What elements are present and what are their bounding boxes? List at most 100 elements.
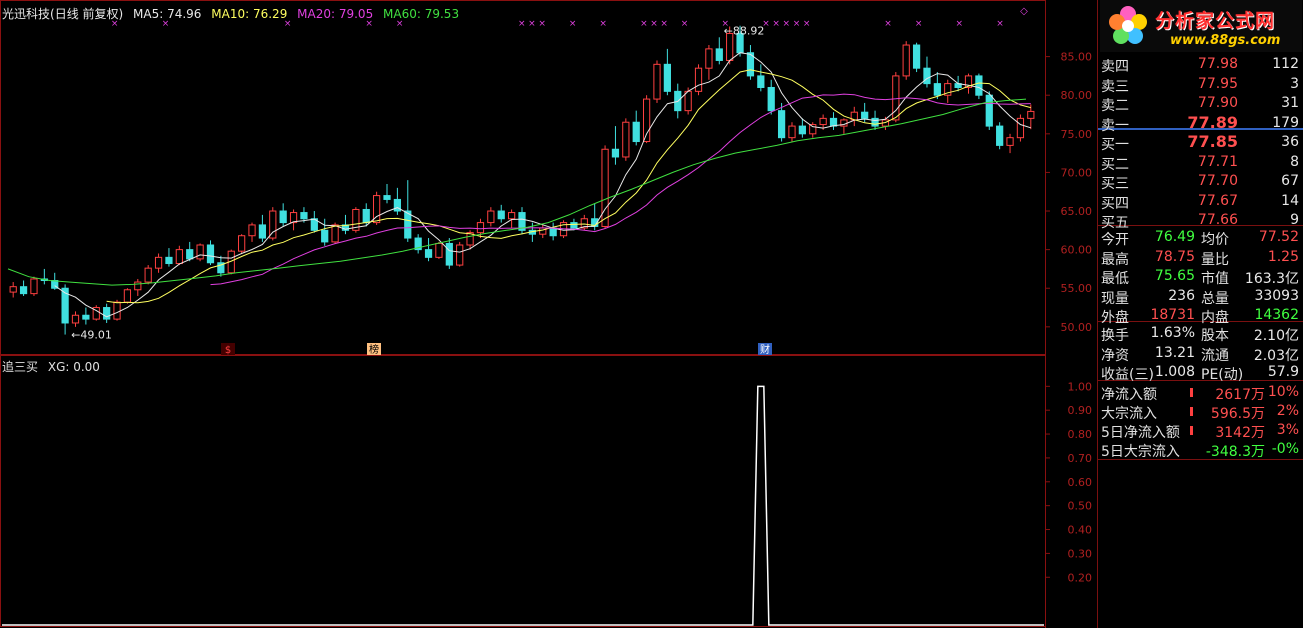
- candle-body: [456, 244, 464, 266]
- bid-row: 买一 77.85 36: [1098, 132, 1303, 153]
- flow-value: 596.5万: [1210, 406, 1265, 422]
- price-tick-label: 85.00: [1061, 51, 1093, 64]
- quote-label: 总量: [1201, 290, 1229, 307]
- candle-body: [154, 256, 163, 269]
- quote-row: 现量 236 总量 33093: [1098, 287, 1303, 307]
- chart-area[interactable]: 85.00 80.00 75.00 70.00 65.00 60.00 55.00 50.00…: [0, 0, 1096, 628]
- candle-body: [258, 224, 267, 239]
- candle-body: [923, 67, 931, 85]
- logo: 分析家公式网 www.88gs.com: [1100, 0, 1302, 52]
- candle-body: [798, 125, 806, 135]
- quote-panel: 分析家公式网 www.88gs.com 卖四 77.98 112 卖三 77.95 3 卖二…: [1097, 0, 1303, 628]
- sub-tick-label: 0.60: [1068, 476, 1093, 489]
- ask-row: 卖四 77.98 112: [1098, 55, 1303, 75]
- main-pane-frame: [0, 0, 1046, 355]
- kline-chart[interactable]: 85.00 80.00 75.00 70.00 65.00 60.00 55.00 50.00…: [0, 0, 1096, 628]
- candle-body: [424, 249, 433, 258]
- flow-label: 5日净流入额: [1101, 425, 1180, 441]
- bid-price: 77.71: [1197, 153, 1238, 170]
- ask-price: 77.90: [1197, 95, 1238, 111]
- candle-body: [622, 121, 630, 158]
- period-label: (日线 前复权): [50, 7, 124, 21]
- signal-marker: ×: [518, 19, 526, 29]
- quote-value: 75.65: [1154, 268, 1195, 284]
- bid-price: 77.70: [1197, 173, 1238, 189]
- bid-volume: 36: [1281, 134, 1299, 150]
- ask-price: 77.98: [1197, 56, 1238, 72]
- candle-body: [383, 195, 391, 200]
- candle-body: [985, 94, 993, 127]
- quote-label: 最高: [1101, 251, 1129, 268]
- quote-label: 今开: [1101, 232, 1129, 248]
- quote-row: 外盘 18731 内盘 14362: [1098, 306, 1303, 326]
- ask-price: 77.89: [1187, 112, 1238, 132]
- fundamental-value: 13.21: [1154, 344, 1195, 361]
- candle-body: [549, 227, 557, 237]
- candle-body: [279, 210, 287, 224]
- candle-body: [632, 121, 640, 143]
- candle-body: [196, 244, 204, 260]
- price-tick-label: 80.00: [1061, 89, 1093, 102]
- ma10-label: MA10: 76.29: [211, 7, 288, 21]
- ma5-label: MA5: 74.96: [133, 7, 202, 21]
- quote-value: 163.3亿: [1244, 271, 1299, 287]
- candle-body: [829, 117, 838, 127]
- bid-price: 77.66: [1197, 212, 1238, 228]
- bid-label: 买四: [1101, 195, 1129, 212]
- bid-row: 买二 77.71 8: [1098, 153, 1303, 173]
- signal-marker: ×: [996, 19, 1004, 29]
- stock-name: 光迅科技: [2, 7, 51, 21]
- candle-body: [663, 63, 671, 92]
- flow-label: 净流入额: [1101, 387, 1157, 403]
- candle-body: [186, 249, 194, 260]
- candle-body: [892, 75, 900, 121]
- candle-body: [996, 125, 1004, 146]
- candle-body: [134, 281, 142, 291]
- candle-body: [933, 83, 941, 96]
- bid-volume: 14: [1281, 192, 1299, 209]
- signal-marker: ×: [793, 19, 801, 29]
- candle-body: [321, 229, 329, 243]
- candle-body: [767, 86, 775, 112]
- signal-marker: ×: [772, 19, 780, 29]
- price-tick-label: 55.00: [1061, 282, 1093, 295]
- flower-logo-icon: [1109, 6, 1147, 44]
- price-tick-label: 50.00: [1061, 321, 1093, 334]
- bid-label: 买二: [1101, 156, 1129, 173]
- candle-body: [809, 124, 817, 135]
- signal-marker: ×: [569, 19, 577, 29]
- fundamental-label: 换手: [1101, 328, 1129, 344]
- candle-body: [404, 210, 412, 239]
- quote-label: 量比: [1201, 251, 1229, 268]
- candle-body: [611, 148, 620, 158]
- candle-body: [123, 289, 132, 303]
- candle-body: [175, 249, 183, 265]
- flow-row: 5日大宗流入 -348.3万 -0%: [1098, 440, 1303, 460]
- fundamental-value: 2.10亿: [1253, 328, 1299, 344]
- candle-body: [476, 222, 485, 234]
- signal-marker: ×: [956, 19, 964, 29]
- logo-brand: 分析家公式网: [1155, 10, 1276, 32]
- candle-body: [82, 314, 90, 320]
- candle-body: [694, 67, 703, 92]
- sub-tick-label: 0.90: [1068, 404, 1093, 417]
- bid-volume: 9: [1290, 212, 1299, 228]
- sub-legend: 追三买 XG: 0.00: [2, 358, 106, 375]
- candle-body: [269, 210, 277, 239]
- candle-body: [248, 224, 256, 237]
- flow-percent: 2%: [1276, 403, 1299, 419]
- event-mark: 榜: [369, 343, 379, 356]
- sub-pane-frame: [0, 355, 1046, 627]
- candle-body: [871, 117, 879, 127]
- signal-marker: ×: [538, 19, 546, 29]
- ask-label: 卖二: [1101, 98, 1129, 114]
- quote-row: 最低 75.65 市值 163.3亿: [1098, 267, 1303, 287]
- candle-body: [30, 278, 38, 295]
- quote-value: 236: [1168, 287, 1195, 304]
- quote-row: 最高 78.75 量比 1.25: [1098, 248, 1303, 268]
- quote-label: 最低: [1101, 271, 1129, 287]
- signal-marker: ×: [640, 19, 648, 29]
- fundamental-value: 1.008: [1154, 364, 1195, 380]
- fundamental-label: 股本: [1201, 328, 1229, 344]
- flow-row: 净流入额 2617万 10%: [1098, 383, 1303, 403]
